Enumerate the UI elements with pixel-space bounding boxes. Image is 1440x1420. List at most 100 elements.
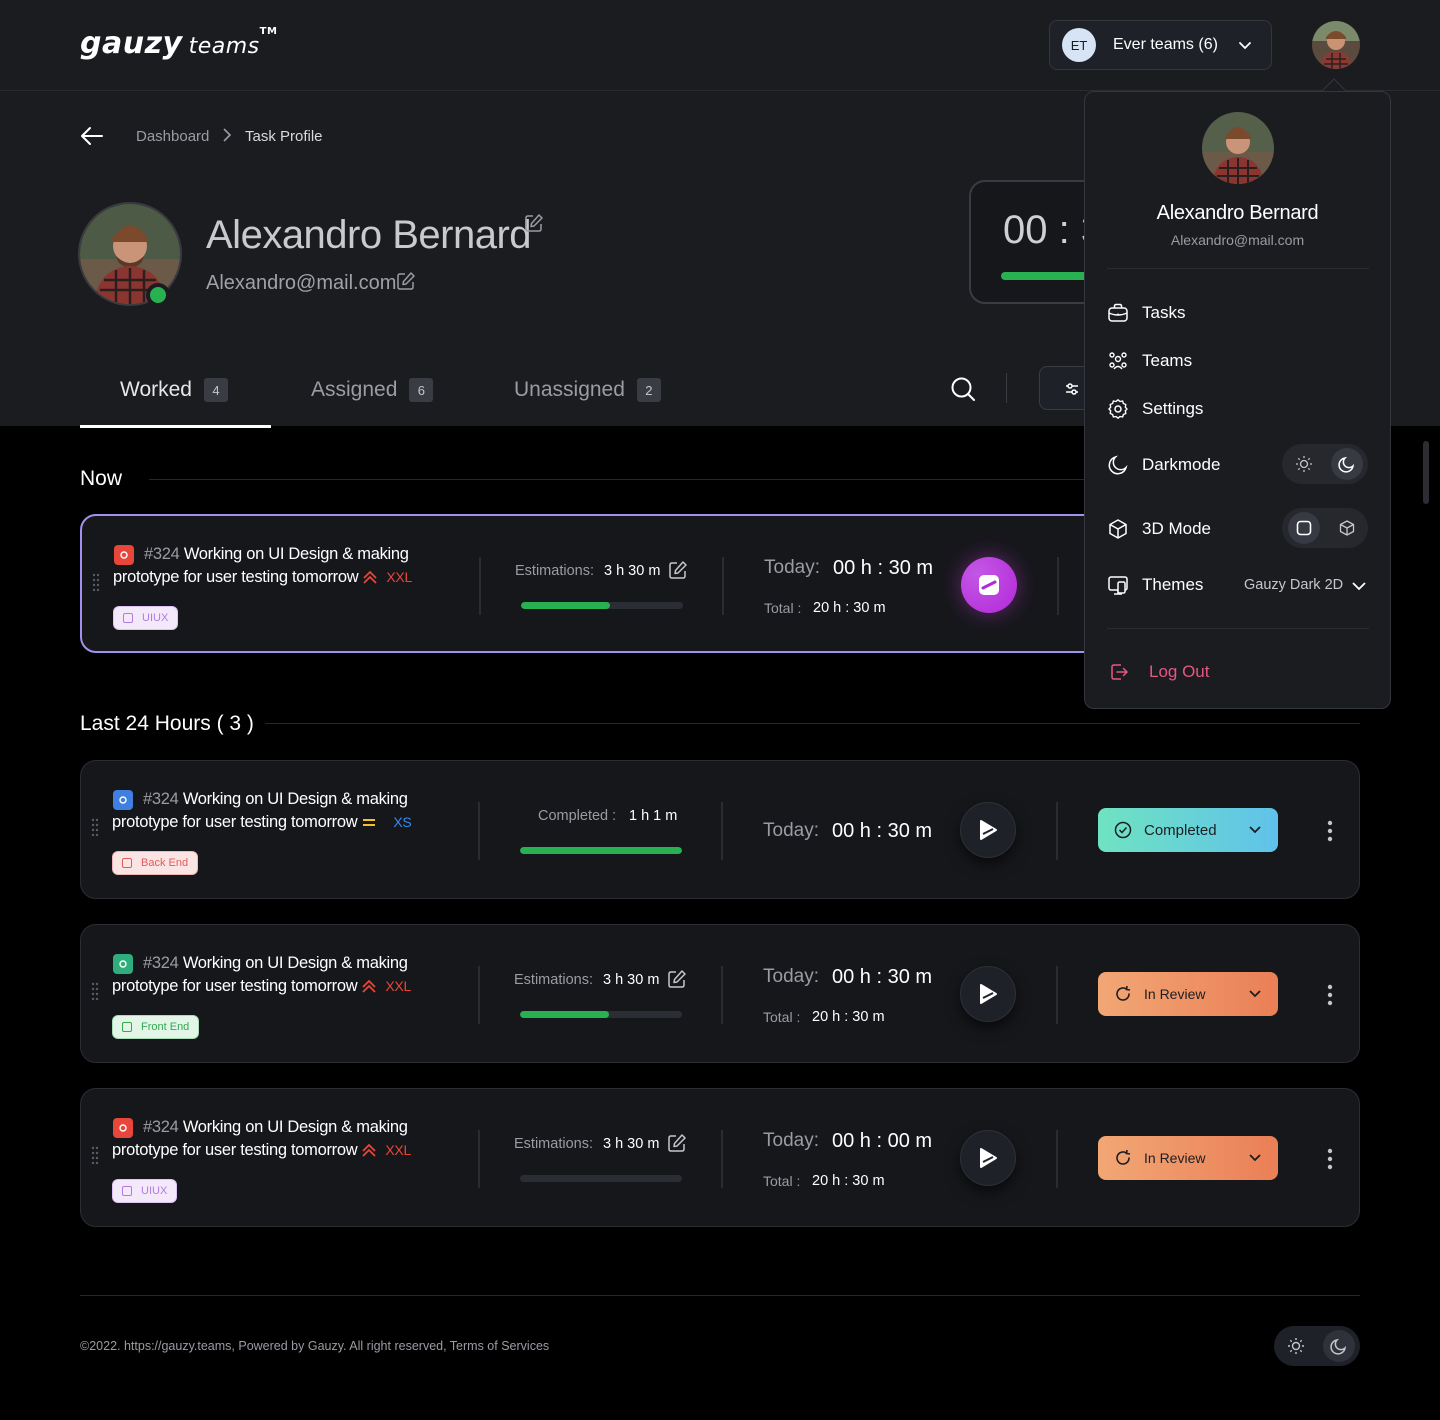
kebab-menu-icon[interactable] — [1327, 820, 1333, 842]
menu-item-darkmode: Darkmode — [1107, 454, 1220, 476]
chevron-down-icon — [1249, 990, 1261, 998]
task-size: XXL — [385, 1141, 411, 1158]
square-icon — [1296, 520, 1311, 536]
menu-avatar — [1202, 112, 1274, 184]
search-icon[interactable] — [950, 376, 976, 402]
menu-item-label: Themes — [1142, 575, 1204, 594]
tag-icon — [122, 858, 132, 868]
drag-handle-icon[interactable] — [92, 573, 100, 593]
tab-assigned[interactable]: Assigned 6 — [311, 378, 434, 402]
menu-item-themes[interactable]: Themes — [1107, 574, 1203, 596]
card-divider — [1056, 802, 1058, 860]
team-badge: ET — [1062, 28, 1096, 62]
scrollbar[interactable] — [1423, 441, 1429, 504]
dark-mode-button[interactable] — [1322, 1330, 1355, 1362]
kebab-menu-icon[interactable] — [1327, 984, 1333, 1006]
people-icon — [1109, 352, 1127, 370]
menu-user-name: Alexandro Bernard — [1156, 202, 1319, 224]
play-button[interactable] — [960, 802, 1016, 858]
edit-icon[interactable] — [667, 1133, 687, 1153]
edit-icon[interactable] — [524, 213, 544, 233]
3d-mode-toggle[interactable] — [1282, 508, 1368, 548]
light-mode-option[interactable] — [1288, 448, 1320, 480]
chevron-down-icon[interactable] — [1351, 579, 1367, 593]
card-divider — [478, 966, 480, 1024]
drag-handle-icon[interactable] — [91, 818, 99, 838]
darkmode-toggle[interactable] — [1282, 444, 1368, 484]
task-title[interactable]: #324 Working on UI Design & making proto… — [113, 543, 473, 588]
drag-handle-icon[interactable] — [91, 982, 99, 1002]
timer-toggle-button[interactable] — [961, 557, 1017, 613]
progress-fill — [520, 847, 682, 854]
card-divider — [721, 802, 723, 860]
task-tag[interactable]: Front End — [112, 1015, 200, 1039]
card-divider — [1056, 966, 1058, 1024]
online-status-dot — [146, 283, 170, 307]
menu-item-settings[interactable]: Settings — [1107, 398, 1203, 420]
task-card[interactable]: #324 Working on UI Design & making proto… — [80, 924, 1360, 1063]
today-label: Today: — [763, 1130, 819, 1151]
card-divider — [1056, 1130, 1058, 1188]
estimation-progress — [521, 602, 683, 609]
edit-icon[interactable] — [667, 969, 687, 989]
menu-item-label: Darkmode — [1142, 455, 1221, 474]
tab-label: Unassigned — [514, 378, 625, 401]
tab-count: 4 — [203, 378, 228, 402]
metric-value: 3 h 30 m — [603, 972, 660, 988]
logout-button[interactable]: Log Out — [1109, 662, 1210, 682]
task-tag[interactable]: UIUX — [112, 1179, 178, 1203]
task-tag[interactable]: UIUX — [113, 606, 179, 630]
play-button[interactable] — [960, 966, 1016, 1022]
menu-item-3dmode: 3D Mode — [1107, 518, 1211, 540]
tab-worked[interactable]: Worked 4 — [120, 378, 228, 402]
task-tag-label: UIUX — [142, 612, 169, 624]
task-title[interactable]: #324 Working on UI Design & making proto… — [112, 1116, 472, 1161]
moon-icon — [1329, 1338, 1346, 1355]
menu-item-teams[interactable]: Teams — [1107, 350, 1192, 372]
task-card[interactable]: #324 Working on UI Design & making proto… — [80, 760, 1360, 899]
theme-mode-toggle[interactable] — [1274, 1326, 1360, 1366]
filter-icon — [1066, 383, 1078, 395]
total-label: Total : — [763, 1009, 801, 1025]
menu-item-tasks[interactable]: Tasks — [1107, 302, 1185, 324]
status-dropdown[interactable]: In Review — [1098, 972, 1278, 1016]
task-tag-label: Front End — [141, 1021, 190, 1033]
edit-icon[interactable] — [668, 560, 688, 580]
status-dropdown[interactable]: Completed — [1098, 808, 1278, 852]
back-arrow-icon[interactable] — [80, 125, 104, 147]
today-label: Today: — [763, 966, 819, 987]
task-size: XXL — [386, 568, 412, 585]
metric-label: Completed : — [538, 808, 617, 824]
section-now-title: Now — [80, 467, 123, 490]
chevron-down-icon — [1249, 1154, 1261, 1162]
team-switcher[interactable]: ET Ever teams (6) — [1049, 20, 1272, 70]
edit-icon[interactable] — [396, 271, 416, 291]
task-tag[interactable]: Back End — [112, 851, 199, 875]
brand-logo[interactable]: gauzy teamsTM — [80, 26, 277, 61]
footer-divider — [80, 1295, 1360, 1296]
drag-handle-icon[interactable] — [91, 1146, 99, 1166]
play-button[interactable] — [960, 1130, 1016, 1186]
status-dropdown[interactable]: In Review — [1098, 1136, 1278, 1180]
2d-mode-option[interactable] — [1287, 512, 1320, 544]
metric-value: 1 h 1 m — [629, 808, 678, 824]
light-mode-button[interactable] — [1280, 1330, 1312, 1362]
task-title[interactable]: #324 Working on UI Design & making proto… — [112, 788, 472, 833]
breadcrumb-dashboard[interactable]: Dashboard — [136, 128, 209, 145]
kebab-menu-icon[interactable] — [1327, 1148, 1333, 1170]
card-divider — [721, 1130, 723, 1188]
task-card[interactable]: #324 Working on UI Design & making proto… — [80, 1088, 1360, 1227]
total-label: Total : — [764, 600, 802, 616]
menu-divider — [1107, 268, 1369, 269]
progress-fill — [520, 1011, 610, 1018]
sun-icon — [1295, 456, 1312, 472]
task-number: #324 — [143, 1118, 179, 1136]
dark-mode-option[interactable] — [1330, 448, 1363, 480]
priority-high-icon — [362, 1143, 377, 1157]
theme-select-value[interactable]: Gauzy Dark 2D — [1244, 577, 1343, 593]
profile-email: Alexandro@mail.com — [206, 272, 397, 294]
user-avatar[interactable] — [1312, 21, 1360, 69]
tab-unassigned[interactable]: Unassigned 2 — [514, 378, 661, 402]
task-title[interactable]: #324 Working on UI Design & making proto… — [112, 952, 472, 997]
3d-mode-option[interactable] — [1331, 512, 1363, 544]
